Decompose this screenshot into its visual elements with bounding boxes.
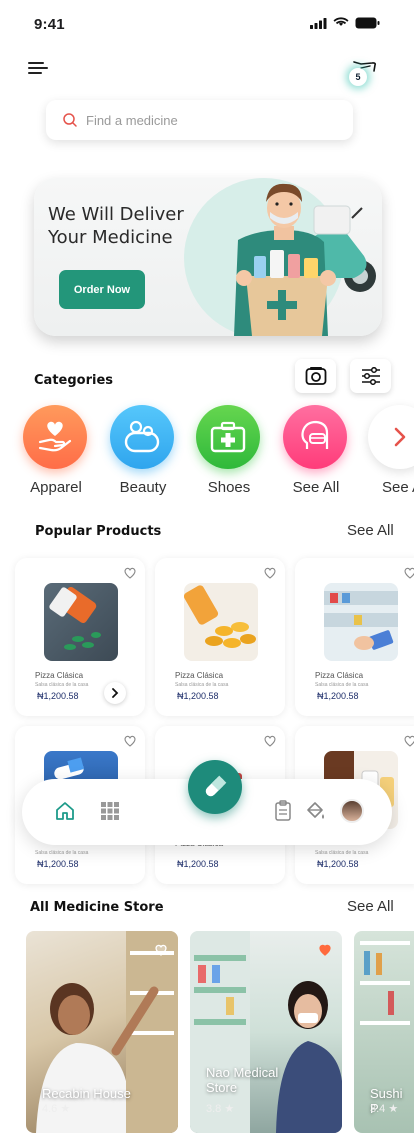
delivery-person-illustration bbox=[234, 183, 376, 336]
product-image bbox=[44, 583, 118, 661]
product-desc: Salsa clásica de la casa bbox=[35, 682, 89, 688]
camera-icon bbox=[305, 367, 326, 385]
product-desc: Salsa clásica de la casa bbox=[35, 850, 89, 856]
pill-icon bbox=[205, 775, 227, 797]
bubbles-icon bbox=[124, 420, 160, 453]
product-price: ₦1,200.58 bbox=[177, 859, 219, 869]
chevron-right-icon bbox=[394, 427, 406, 447]
category-label: See All bbox=[292, 479, 340, 496]
search-bar[interactable] bbox=[46, 100, 353, 140]
store-rating: 4.6 ★ bbox=[42, 1103, 71, 1115]
stores-title: All Medicine Store bbox=[30, 900, 164, 915]
product-price: ₦1,200.58 bbox=[317, 859, 359, 869]
status-icons bbox=[310, 17, 380, 29]
category-label: Shoes bbox=[207, 479, 251, 496]
filter-button[interactable] bbox=[350, 359, 391, 393]
product-desc: Salsa clásica de la casa bbox=[315, 850, 369, 856]
category-more[interactable] bbox=[368, 405, 414, 469]
heart-icon[interactable] bbox=[403, 566, 414, 580]
product-price: ₦1,200.58 bbox=[317, 691, 359, 701]
product-card[interactable]: Pizza Clásica Salsa clásica de la casa ₦… bbox=[155, 558, 285, 716]
category-beauty[interactable] bbox=[110, 405, 174, 469]
product-image bbox=[324, 583, 398, 661]
promo-banner: We Will Deliver Your Medicine Order Now bbox=[34, 178, 382, 336]
category-shoes[interactable] bbox=[196, 405, 260, 469]
heart-icon[interactable] bbox=[154, 943, 168, 957]
search-icon bbox=[63, 113, 77, 127]
chevron-right-icon bbox=[112, 688, 119, 698]
product-price: ₦1,200.58 bbox=[37, 859, 79, 869]
product-name: Pizza Clásica bbox=[175, 671, 224, 680]
category-apparel[interactable] bbox=[23, 405, 87, 469]
sliders-icon bbox=[361, 367, 380, 385]
face-mask-icon bbox=[301, 420, 329, 449]
product-price: ₦1,200.58 bbox=[177, 691, 219, 701]
product-desc: Salsa clásica de la casa bbox=[175, 682, 229, 688]
banner-title: We Will Deliver Your Medicine bbox=[48, 204, 184, 248]
category-label: See All bbox=[382, 479, 414, 496]
categories-title: Categories bbox=[34, 373, 114, 388]
grid-icon[interactable] bbox=[100, 801, 120, 821]
hand-heart-icon bbox=[38, 421, 72, 452]
status-time: 9:41 bbox=[34, 16, 65, 33]
category-see-all[interactable] bbox=[283, 405, 347, 469]
store-card[interactable]: Recabin House 4.6 ★ bbox=[26, 931, 178, 1133]
search-input[interactable] bbox=[86, 112, 316, 128]
home-icon[interactable] bbox=[54, 800, 76, 822]
product-name: Pizza Clásica bbox=[35, 671, 84, 680]
category-label: Apparel bbox=[30, 479, 82, 496]
avatar[interactable] bbox=[340, 799, 364, 823]
heart-icon[interactable] bbox=[318, 943, 332, 957]
scan-button[interactable] bbox=[295, 359, 336, 393]
product-name: Pizza Clásica bbox=[315, 671, 364, 680]
product-next-button[interactable] bbox=[104, 682, 126, 704]
popular-see-all[interactable]: See All bbox=[347, 522, 394, 539]
heart-icon[interactable] bbox=[403, 734, 414, 748]
store-card[interactable]: Sushi P 3.4 ★ bbox=[354, 931, 414, 1133]
heart-icon[interactable] bbox=[263, 734, 277, 748]
menu-icon[interactable] bbox=[28, 60, 50, 78]
battery-icon bbox=[355, 17, 380, 29]
cart-badge: 5 bbox=[349, 68, 367, 86]
store-card[interactable]: Nao Medical Store 3.8 ★ bbox=[190, 931, 342, 1133]
stores-see-all[interactable]: See All bbox=[347, 898, 394, 915]
store-name: Nao Medical Store bbox=[206, 1065, 279, 1095]
pill-fab-button[interactable] bbox=[188, 760, 242, 814]
wifi-icon bbox=[333, 17, 349, 26]
product-card[interactable]: Pizza Clásica Salsa clásica de la casa ₦… bbox=[295, 558, 414, 716]
heart-icon[interactable] bbox=[123, 566, 137, 580]
heart-icon[interactable] bbox=[263, 566, 277, 580]
order-now-button[interactable]: Order Now bbox=[59, 270, 145, 309]
heart-icon[interactable] bbox=[123, 734, 137, 748]
popular-title: Popular Products bbox=[35, 524, 162, 539]
product-card[interactable]: Pizza Clásica Salsa clásica de la casa ₦… bbox=[15, 558, 145, 716]
category-label: Beauty bbox=[119, 479, 167, 496]
medkit-icon bbox=[210, 421, 246, 453]
store-rating: 3.8 ★ bbox=[206, 1103, 235, 1115]
product-desc: Salsa clásica de la casa bbox=[315, 682, 369, 688]
store-rating: 3.4 ★ bbox=[370, 1103, 399, 1115]
paint-bucket-icon[interactable] bbox=[304, 800, 326, 822]
clipboard-icon[interactable] bbox=[274, 800, 292, 822]
product-image bbox=[184, 583, 258, 661]
product-price: ₦1,200.58 bbox=[37, 691, 79, 701]
signal-icon bbox=[310, 17, 327, 29]
store-name: Recabin House bbox=[42, 1086, 131, 1101]
